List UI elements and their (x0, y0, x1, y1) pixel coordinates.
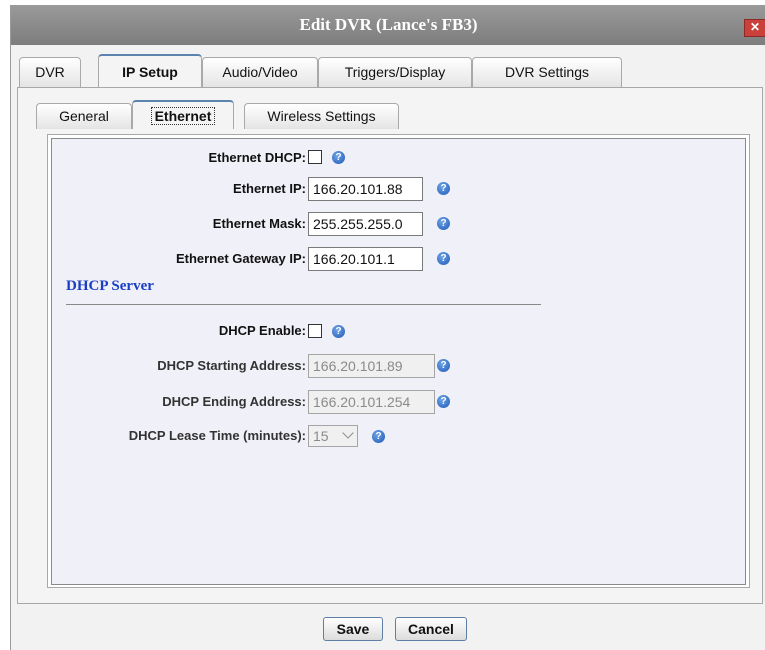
save-button[interactable]: Save (323, 617, 383, 641)
title-bar[interactable]: Edit DVR (Lance's FB3) ✕ (11, 5, 765, 45)
dhcp-end-field[interactable]: 166.20.101.254 (308, 390, 435, 414)
chevron-down-icon (342, 427, 354, 439)
dhcp-enable-checkbox[interactable] (308, 324, 322, 338)
ethernet-mask-label: Ethernet Mask: (212, 216, 306, 231)
ethernet-mask-field[interactable]: 255.255.255.0 (308, 212, 423, 236)
help-question-icon[interactable]: ? (332, 325, 345, 338)
tab-triggers-display[interactable]: Triggers/Display (318, 57, 472, 87)
tab-ethernet[interactable]: Ethernet (132, 100, 234, 129)
tab-dvr-settings[interactable]: DVR Settings (472, 57, 622, 87)
tab-ip-setup[interactable]: IP Setup (98, 54, 202, 87)
tab-general[interactable]: General (36, 103, 132, 129)
dhcp-enable-label: DHCP Enable: (218, 323, 306, 338)
help-question-icon[interactable]: ? (332, 151, 345, 164)
tab-audio-video[interactable]: Audio/Video (202, 57, 318, 87)
ethernet-panel: Ethernet DHCP: ? Ethernet IP: 166.20.101… (47, 134, 750, 588)
help-question-icon[interactable]: ? (437, 359, 450, 372)
ethernet-dhcp-label: Ethernet DHCP: (208, 150, 306, 165)
help-question-icon[interactable]: ? (437, 182, 450, 195)
tab-dvr[interactable]: DVR (19, 57, 81, 87)
tab-wireless-settings[interactable]: Wireless Settings (244, 103, 399, 129)
dhcp-start-label: DHCP Starting Address: (157, 358, 306, 373)
ethernet-gateway-field[interactable]: 166.20.101.1 (308, 247, 423, 271)
close-icon[interactable]: ✕ (744, 19, 765, 37)
ethernet-form-area: Ethernet DHCP: ? Ethernet IP: 166.20.101… (51, 138, 746, 585)
help-question-icon[interactable]: ? (437, 252, 450, 265)
ethernet-gateway-label: Ethernet Gateway IP: (175, 251, 306, 266)
help-question-icon[interactable]: ? (437, 217, 450, 230)
dhcp-start-field[interactable]: 166.20.101.89 (308, 354, 435, 378)
edit-dvr-dialog: Edit DVR (Lance's FB3) ✕ DVR IP Setup Au… (10, 5, 765, 650)
ethernet-ip-label: Ethernet IP: (233, 181, 306, 196)
tab-ethernet-label: Ethernet (150, 107, 216, 125)
ethernet-dhcp-checkbox[interactable] (308, 150, 322, 164)
cancel-button[interactable]: Cancel (395, 617, 467, 641)
dhcp-lease-label: DHCP Lease Time (minutes): (128, 428, 306, 443)
section-divider (66, 304, 541, 305)
ethernet-ip-field[interactable]: 166.20.101.88 (308, 177, 423, 201)
dhcp-lease-value: 15 (313, 428, 329, 444)
dialog-title: Edit DVR (Lance's FB3) (299, 15, 478, 34)
dhcp-server-heading: DHCP Server (66, 278, 154, 294)
help-question-icon[interactable]: ? (437, 395, 450, 408)
dhcp-lease-select[interactable]: 15 (308, 425, 358, 447)
dhcp-end-label: DHCP Ending Address: (162, 394, 306, 409)
help-question-icon[interactable]: ? (372, 430, 385, 443)
